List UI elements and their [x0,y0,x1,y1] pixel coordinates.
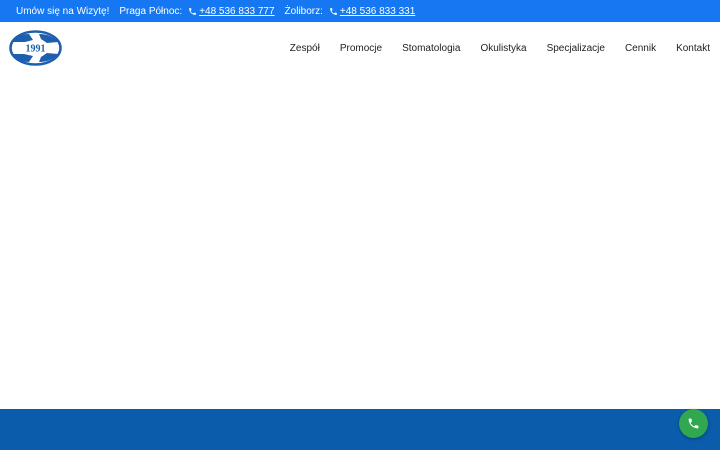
location-name: Praga Północ: [119,5,183,17]
phone-number: +48 536 833 331 [339,5,416,17]
appointment-cta: Umów się na Wizytę! [16,5,110,17]
nav-item-okulistyka[interactable]: Okulistyka [480,43,526,54]
logo-year: 1991 [26,44,46,55]
footer-band [0,409,720,450]
phone-icon [688,418,699,429]
site-header: 1991 Zespół Promocje Stomatologia Okulis… [0,22,720,74]
phone-link-praga[interactable]: +48 536 833 777 [188,5,275,17]
nav-item-kontakt[interactable]: Kontakt [676,43,710,54]
nav-item-specjalizacje[interactable]: Specjalizacje [547,43,605,54]
logo-emblem: 1991 [9,30,62,66]
nav-item-promocje[interactable]: Promocje [340,43,382,54]
phone-number: +48 536 833 777 [199,5,275,17]
phone-link-zoliborz[interactable]: +48 536 833 331 [329,6,415,17]
phone-icon [188,7,197,16]
location-zoliborz: Żoliborz: +48 536 833 331 [285,6,416,17]
location-praga: Praga Północ: +48 536 833 777 [119,6,274,17]
phone-icon [329,7,338,16]
main-nav: Zespół Promocje Stomatologia Okulistyka … [290,22,710,74]
clinic-logo[interactable]: 1991 [9,30,62,66]
nav-item-cennik[interactable]: Cennik [625,43,656,54]
call-button[interactable] [679,409,708,438]
top-contact-bar: Umów się na Wizytę! Praga Północ: +48 53… [0,0,720,22]
location-name: Żoliborz: [284,5,323,17]
nav-item-zespol[interactable]: Zespół [290,43,320,54]
nav-item-stomatologia[interactable]: Stomatologia [402,43,460,54]
